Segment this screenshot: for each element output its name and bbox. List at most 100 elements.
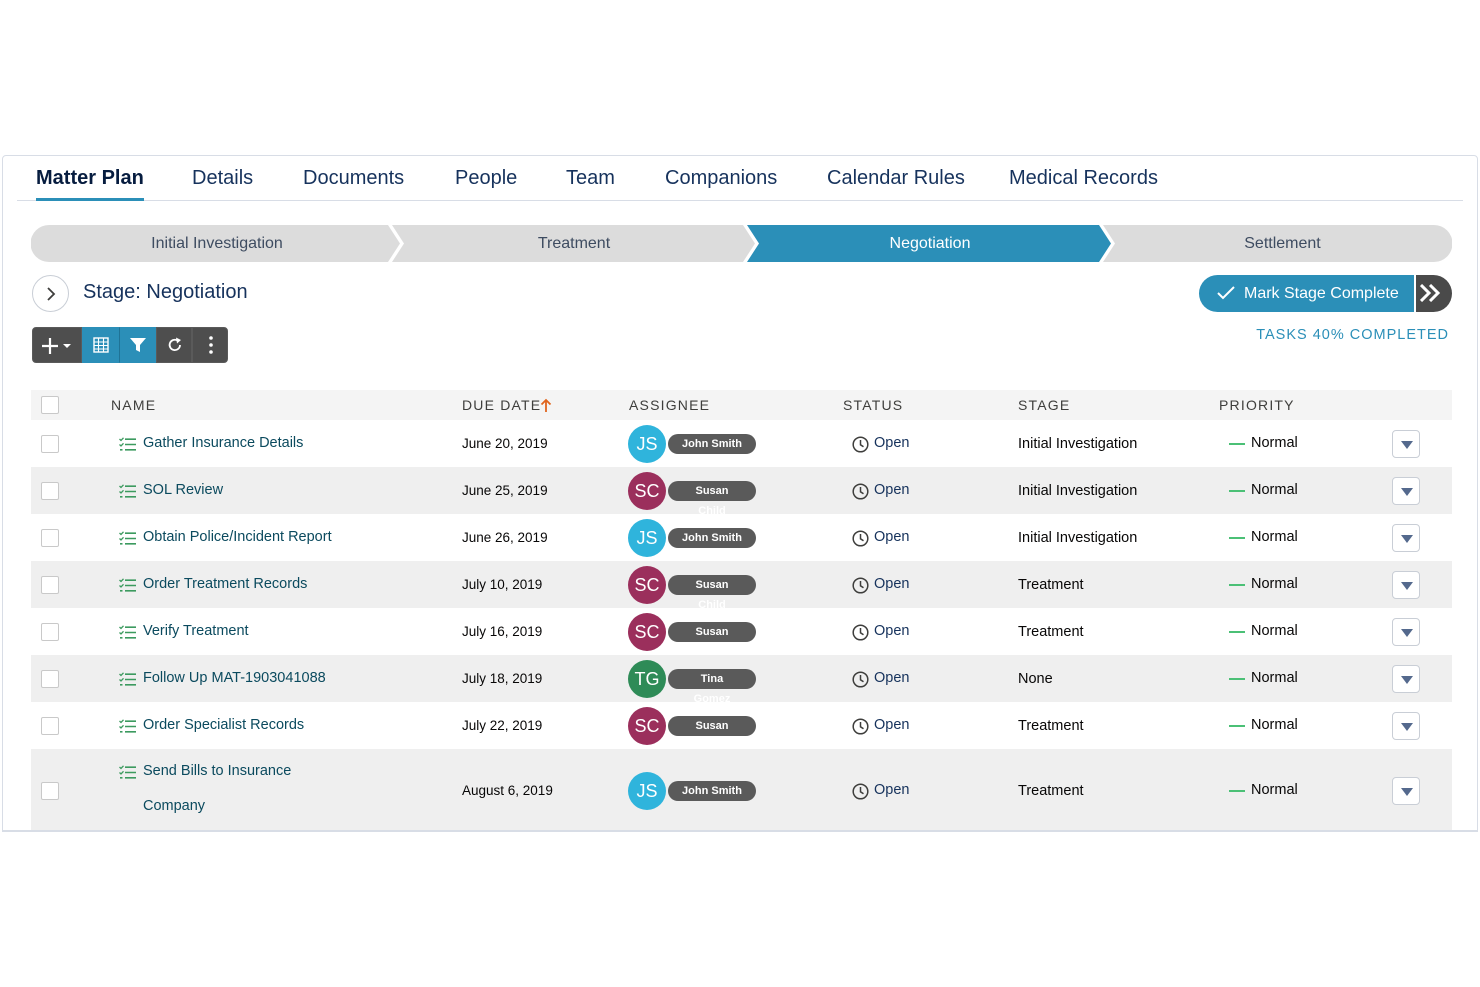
clock-icon	[852, 482, 869, 500]
table-row[interactable]: Order Treatment Records July 10, 2019 SC Su…	[31, 561, 1452, 611]
task-name-link[interactable]: SOL Review	[143, 482, 223, 498]
advance-stage-button[interactable]	[1416, 275, 1452, 312]
row-actions-dropdown[interactable]	[1392, 476, 1420, 505]
tab-documents[interactable]: Documents	[303, 156, 404, 201]
path-step-settlement[interactable]: Settlement	[1113, 225, 1452, 262]
due-date: June 26, 2019	[462, 529, 548, 545]
assignee-pill[interactable]: Susan Child	[668, 480, 756, 517]
priority-text: Normal	[1251, 528, 1298, 545]
assignee-pill[interactable]: John Smith	[668, 433, 756, 454]
mark-stage-complete-label: Mark Stage Complete	[1244, 285, 1399, 302]
table-row[interactable]: SOL Review June 25, 2019 SC Susan Child Open…	[31, 467, 1452, 517]
table-row[interactable]: Obtain Police/Incident Report June 26, 20…	[31, 514, 1452, 561]
row-actions-dropdown[interactable]	[1392, 617, 1420, 646]
tasks-progress-text: TASKS 40% COMPLETED	[1256, 327, 1449, 343]
row-actions-dropdown[interactable]	[1392, 570, 1420, 599]
task-name-link[interactable]: Gather Insurance Details	[143, 435, 303, 451]
column-header-stage[interactable]: STAGE	[1018, 390, 1070, 420]
chevron-down-icon	[1401, 534, 1413, 543]
path-step-initial-investigation[interactable]: Initial Investigation	[31, 225, 403, 262]
task-name-link[interactable]: Order Treatment Records	[143, 576, 307, 592]
priority-normal-icon	[1229, 630, 1245, 633]
task-name-link[interactable]: Obtain Police/Incident Report	[143, 529, 332, 545]
priority-text: Normal	[1251, 575, 1298, 592]
task-name-link[interactable]: Follow Up MAT-1903041088	[143, 670, 326, 686]
add-task-button[interactable]	[32, 327, 82, 363]
task-name-link[interactable]: Verify Treatment	[143, 623, 249, 639]
tab-medical-records[interactable]: Medical Records	[1009, 156, 1158, 201]
path-step-treatment[interactable]: Treatment	[401, 225, 747, 262]
due-date: August 6, 2019	[462, 782, 553, 798]
grid-view-button[interactable]	[82, 327, 119, 363]
row-actions-dropdown[interactable]	[1392, 711, 1420, 740]
status-text: Open	[874, 528, 910, 545]
row-checkbox[interactable]	[41, 481, 59, 500]
row-checkbox[interactable]	[41, 528, 59, 547]
table-row[interactable]: Send Bills to Insurance Company August 6,…	[31, 749, 1452, 830]
avatar: JS	[628, 518, 666, 557]
tab-calendar-rules[interactable]: Calendar Rules	[827, 156, 965, 201]
stage-expand-button[interactable]	[32, 275, 69, 312]
column-header-assignee[interactable]: ASSIGNEE	[629, 390, 710, 420]
row-actions-dropdown[interactable]	[1392, 776, 1420, 805]
clock-icon	[852, 576, 869, 594]
row-checkbox[interactable]	[41, 669, 59, 688]
row-actions-dropdown[interactable]	[1392, 523, 1420, 552]
mark-stage-complete-button[interactable]: Mark Stage Complete	[1199, 275, 1414, 312]
priority-text: Normal	[1251, 434, 1298, 451]
due-date: July 10, 2019	[462, 576, 543, 592]
row-checkbox[interactable]	[41, 622, 59, 641]
assignee-pill[interactable]: Tina Gomez	[668, 668, 756, 705]
stage-text: Treatment	[1018, 717, 1084, 734]
status-text: Open	[874, 481, 910, 498]
priority-text: Normal	[1251, 716, 1298, 733]
row-checkbox[interactable]	[41, 575, 59, 594]
due-date: July 18, 2019	[462, 670, 543, 686]
task-name-link[interactable]: Order Specialist Records	[143, 717, 304, 733]
task-list-icon	[119, 530, 136, 545]
filter-button[interactable]	[119, 327, 156, 363]
column-header-due-date[interactable]: DUE DATE	[462, 390, 541, 420]
column-header-status[interactable]: STATUS	[843, 390, 903, 420]
priority-normal-icon	[1229, 536, 1245, 539]
assignee-pill[interactable]: Susan Child	[668, 715, 756, 752]
table-header: NAME DUE DATE ASSIGNEE STATUS STAGE PRIO…	[31, 390, 1452, 420]
column-header-priority[interactable]: PRIORITY	[1219, 390, 1295, 420]
assignee-pill[interactable]: John Smith	[668, 780, 756, 801]
table-row[interactable]: Order Specialist Records July 22, 2019 SC S…	[31, 702, 1452, 752]
priority-normal-icon	[1229, 724, 1245, 727]
table-row[interactable]: Follow Up MAT-1903041088 July 18, 2019 TG T…	[31, 655, 1452, 705]
column-header-name[interactable]: NAME	[111, 390, 156, 420]
tab-people[interactable]: People	[455, 156, 517, 201]
row-actions-dropdown[interactable]	[1392, 429, 1420, 458]
clock-icon	[852, 670, 869, 688]
more-actions-button[interactable]	[192, 327, 228, 363]
sort-ascending-icon[interactable]	[540, 398, 552, 413]
tab-team[interactable]: Team	[566, 156, 615, 201]
table-row[interactable]: Gather Insurance Details June 20, 2019 JS J…	[31, 420, 1452, 467]
table-row[interactable]: Verify Treatment July 16, 2019 SC Susan Chi…	[31, 608, 1452, 658]
assignee-pill[interactable]: Susan Child	[668, 574, 756, 611]
select-all-checkbox[interactable]	[41, 396, 59, 414]
status-text: Open	[874, 434, 910, 451]
assignee-pill[interactable]: Susan Child	[668, 621, 756, 658]
tab-companions[interactable]: Companions	[665, 156, 777, 201]
tab-matter-plan[interactable]: Matter Plan	[36, 156, 144, 201]
assignee-pill[interactable]: John Smith	[668, 527, 756, 548]
path-step-negotiation[interactable]: Negotiation	[757, 225, 1103, 262]
stage-text: Treatment	[1018, 623, 1084, 640]
row-checkbox[interactable]	[41, 716, 59, 735]
row-checkbox[interactable]	[41, 781, 59, 800]
refresh-button[interactable]	[156, 327, 192, 363]
chevron-down-icon	[1401, 675, 1413, 684]
task-name-link[interactable]: Send Bills to Insurance Company	[143, 754, 313, 824]
tab-details[interactable]: Details	[192, 156, 253, 201]
clock-icon	[852, 623, 869, 641]
table-body: Gather Insurance Details June 20, 2019 JS J…	[31, 420, 1452, 830]
status-text: Open	[874, 781, 910, 798]
checkmark-icon	[1217, 286, 1235, 300]
task-list-icon	[119, 436, 136, 451]
task-list-icon	[119, 483, 136, 498]
row-actions-dropdown[interactable]	[1392, 664, 1420, 693]
row-checkbox[interactable]	[41, 434, 59, 453]
